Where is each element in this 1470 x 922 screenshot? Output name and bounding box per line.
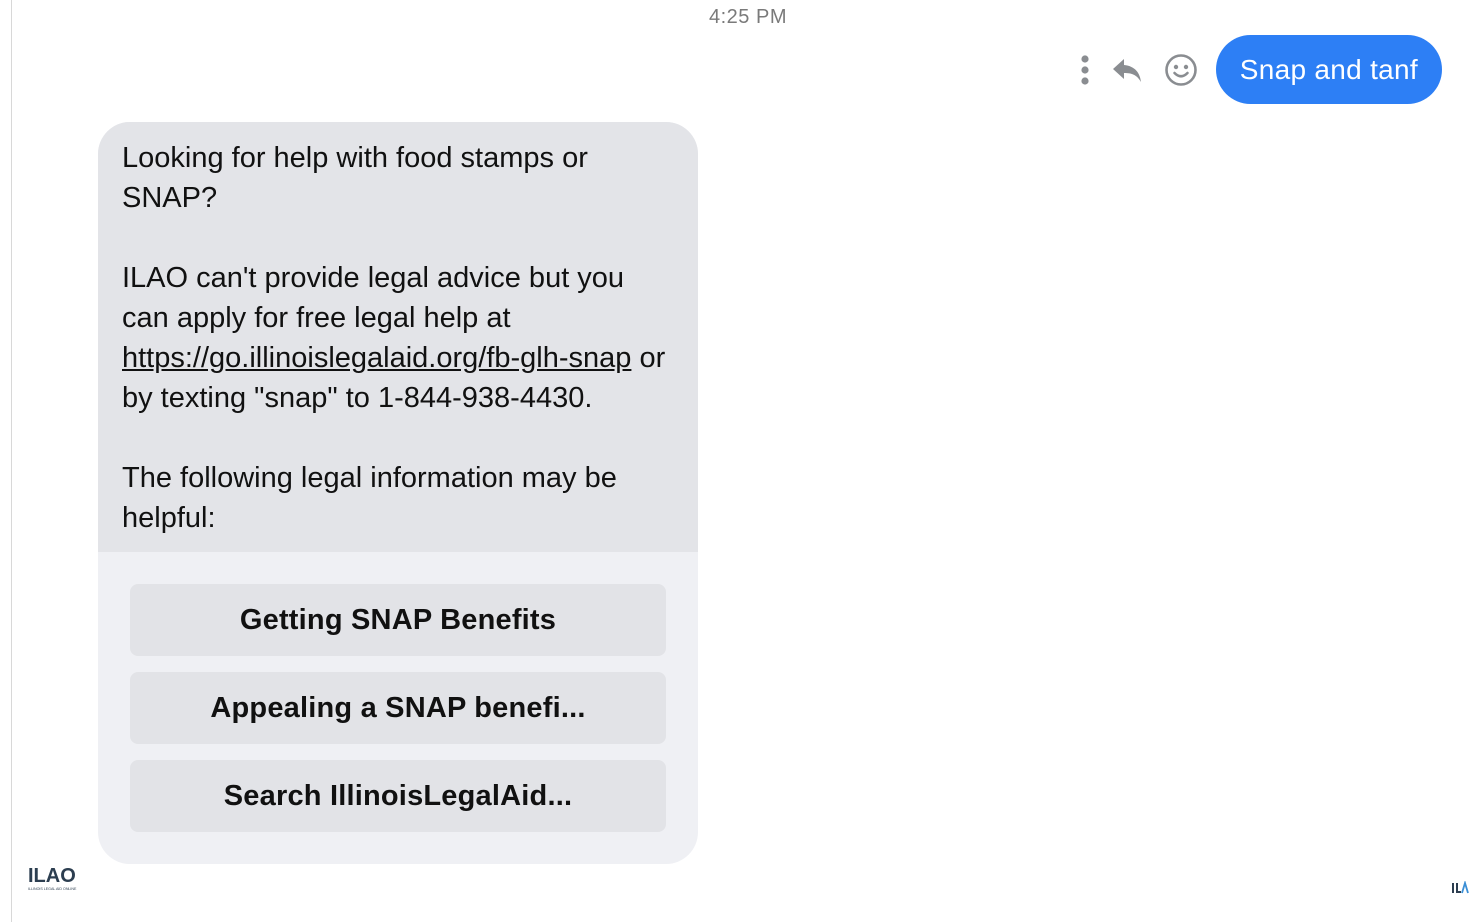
- outgoing-message-bubble[interactable]: Snap and tanf: [1215, 35, 1442, 104]
- more-vertical-icon[interactable]: [1080, 54, 1090, 85]
- legal-help-link[interactable]: https://go.illinoislegalaid.org/fb-glh-s…: [122, 342, 631, 374]
- avatar-logo-subtext: ILLINOIS LEGAL AID ONLINE: [28, 887, 77, 891]
- messenger-conversation: 4:25 PM Snap and tanf Looking for help w…: [0, 0, 1470, 922]
- message-paragraph: ILAO can't provide legal advice but you …: [122, 258, 674, 418]
- incoming-message-bubble[interactable]: Looking for help with food stamps or SNA…: [98, 122, 698, 552]
- ilao-read-receipt-avatar: [1450, 879, 1470, 897]
- quick-replies: Getting SNAP Benefits Appealing a SNAP b…: [98, 552, 698, 864]
- sidebar-edge: [0, 0, 12, 922]
- avatar-logo-text: ILAO: [28, 865, 76, 887]
- message-paragraph: Looking for help with food stamps or SNA…: [122, 142, 588, 214]
- reply-icon[interactable]: [1110, 56, 1144, 84]
- message-timestamp: 4:25 PM: [709, 6, 787, 28]
- quick-reply-search-illinoislegalaid[interactable]: Search IllinoisLegalAid...: [130, 760, 666, 832]
- incoming-message-card: Looking for help with food stamps or SNA…: [98, 122, 698, 864]
- quick-reply-appealing-snap[interactable]: Appealing a SNAP benefi...: [130, 672, 666, 744]
- outgoing-message-row: Snap and tanf: [1080, 35, 1442, 104]
- message-paragraph: The following legal information may be h…: [122, 462, 617, 534]
- quick-reply-getting-snap[interactable]: Getting SNAP Benefits: [130, 584, 666, 656]
- ilao-avatar[interactable]: ILAO ILLINOIS LEGAL AID ONLINE: [27, 862, 81, 892]
- message-text: ILAO can't provide legal advice but you …: [122, 262, 625, 334]
- smiley-icon[interactable]: [1164, 53, 1198, 87]
- message-actions: [1080, 53, 1198, 87]
